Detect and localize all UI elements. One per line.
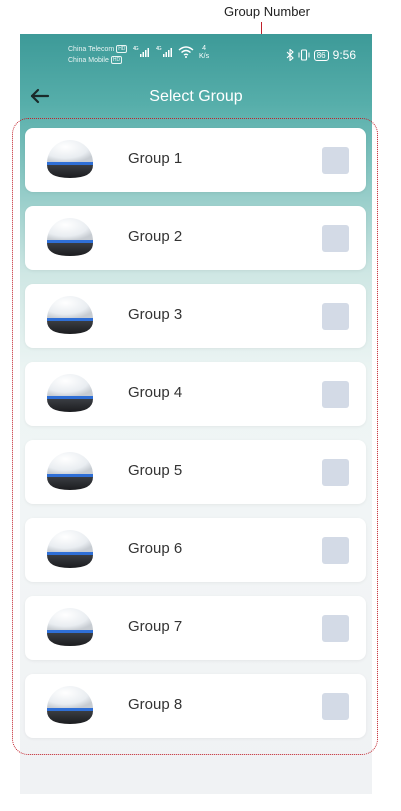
group-label: Group 7 [128,618,183,635]
smart-speaker-icon [47,608,93,646]
carrier-2-name: China Mobile [68,57,109,64]
group-item[interactable]: Group 1 [25,128,366,192]
group-label: Group 8 [128,696,183,713]
group-item[interactable]: Group 2 [25,206,366,270]
group-checkbox[interactable] [322,381,349,408]
annotation-label: Group Number [224,4,310,19]
smart-speaker-icon [47,686,93,724]
bluetooth-icon [286,49,294,61]
group-checkbox[interactable] [322,693,349,720]
group-checkbox[interactable] [322,615,349,642]
top-app-bar: Select Group [20,78,372,118]
battery-indicator: 86 [313,49,329,61]
page-title: Select Group [149,88,243,105]
group-label: Group 5 [128,462,183,479]
group-checkbox[interactable] [322,537,349,564]
group-label: Group 2 [128,228,183,245]
signal-icon: 4G [156,46,172,57]
smart-speaker-icon [47,452,93,490]
smart-speaker-icon [47,218,93,256]
group-checkbox[interactable] [322,147,349,174]
group-checkbox[interactable] [322,459,349,486]
clock: 9:56 [332,48,356,62]
hd-badge: HD [116,45,128,54]
status-bar: China Telecom HD China Mobile HD 4G 4G 4 K… [20,34,372,78]
group-label: Group 4 [128,384,183,401]
carrier-1-name: China Telecom [68,46,115,53]
signal-icon: 4G [133,46,149,57]
group-item[interactable]: Group 4 [25,362,366,426]
network-type-label: 4G [133,46,139,52]
network-type-label: 4G [156,46,162,52]
group-item[interactable]: Group 5 [25,440,366,504]
smart-speaker-icon [47,374,93,412]
group-item[interactable]: Group 6 [25,518,366,582]
group-checkbox[interactable] [322,303,349,330]
group-item[interactable]: Group 7 [25,596,366,660]
group-checkbox[interactable] [322,225,349,252]
wifi-icon [178,46,194,58]
smart-speaker-icon [47,296,93,334]
status-right: 86 9:56 [286,48,356,62]
speed-unit: K/s [199,53,210,60]
carrier-2: China Mobile HD [68,56,123,65]
group-label: Group 6 [128,540,183,557]
vibrate-icon [298,49,310,61]
phone-screen: China Telecom HD China Mobile HD 4G 4G 4 K… [20,34,372,794]
network-speed: 4 K/s [199,45,209,61]
carrier-1: China Telecom HD [68,45,128,54]
group-item[interactable]: Group 3 [25,284,366,348]
smart-speaker-icon [47,530,93,568]
group-label: Group 1 [128,150,183,167]
hd-badge: HD [110,56,123,65]
group-label: Group 3 [128,306,183,323]
speed-value: 4 [202,45,207,52]
group-item[interactable]: Group 8 [25,674,366,738]
smart-speaker-icon [47,140,93,178]
